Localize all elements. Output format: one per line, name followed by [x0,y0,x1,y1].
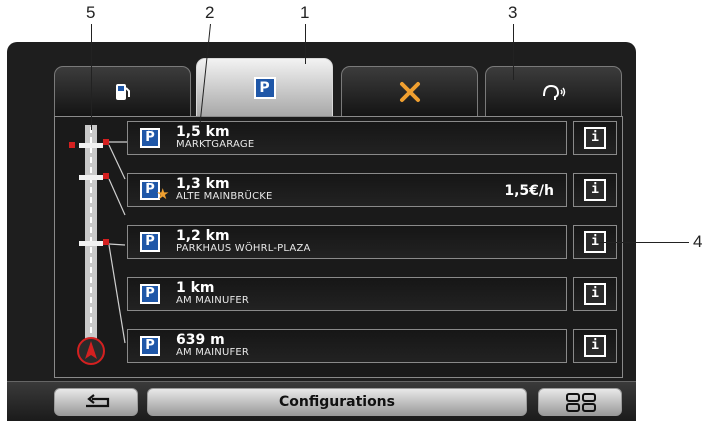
parking-list-item[interactable]: P 639 m AM MAINUFER [127,329,567,363]
parking-icon: P [140,284,160,304]
parking-list-panel: P̂ 1,5 km MARKTGARAGE i P̂ ★ 1,3 km ALTE… [54,116,623,378]
parking-name: PARKHAUS WÖHRL-PLAZA [176,243,311,254]
menu-grid-icon [566,393,596,412]
parking-price: 1,5€/h [504,183,554,199]
configurations-button[interactable]: Configurations [147,388,527,416]
callout-line-3 [513,24,514,80]
parking-list-item[interactable]: P 1 km AM MAINUFER [127,277,567,311]
callout-3: 3 [508,3,518,22]
parking-name: ALTE MAINBRÜCKE [176,191,273,202]
info-icon: i [584,127,606,149]
info-button[interactable]: i [573,173,617,207]
parking-covered-icon: P̂ [140,128,160,148]
parking-distance: 1,2 km [176,228,230,244]
bottom-bar-title: Configurations [279,394,395,410]
callout-5: 5 [86,3,96,22]
back-arrow-icon [86,394,110,408]
callout-line-5 [91,24,92,130]
callout-4: 4 [693,232,703,251]
menu-button[interactable] [538,388,622,416]
info-icon: i [584,283,606,305]
route-marker [103,173,109,179]
tab-poi[interactable] [341,66,478,116]
voice-speak-icon [542,84,565,100]
parking-name: AM MAINUFER [176,295,250,306]
parking-name: AM MAINUFER [176,347,250,358]
tab-voice[interactable] [485,66,622,116]
parking-distance: 1,5 km [176,124,230,140]
route-marker [103,239,109,245]
parking-icon: P [253,76,276,99]
callout-line-4 [597,242,689,243]
route-ribbon [69,125,127,365]
info-button[interactable]: i [573,329,617,363]
tab-fuel[interactable] [54,66,191,116]
info-button[interactable]: i [573,277,617,311]
info-icon: i [584,179,606,201]
parking-distance: 639 m [176,332,225,348]
parking-distance: 1 km [176,280,215,296]
parking-name: MARKTGARAGE [176,139,255,150]
parking-list-item[interactable]: P̂ 1,5 km MARKTGARAGE [127,121,567,155]
parking-distance: 1,3 km [176,176,230,192]
back-button[interactable] [54,388,138,416]
info-icon: i [584,335,606,357]
tab-parking[interactable]: P [196,58,333,116]
favorite-star-icon: ★ [156,185,170,203]
parking-icon: P [140,336,160,356]
callout-1: 1 [300,3,310,22]
fuel-station-icon [115,83,130,100]
parking-list-item[interactable]: P̂ 1,2 km PARKHAUS WÖHRL-PLAZA [127,225,567,259]
route-marker [69,142,75,148]
navigation-device-screen: P P̂ 1,5 km MARKTGARAGE i P̂ ★ 1,3 km AL… [7,42,636,421]
info-button[interactable]: i [573,121,617,155]
parking-covered-icon: P̂ [140,232,160,252]
route-marker [103,139,109,145]
poi-cross-icon [399,81,420,102]
callout-line-1 [305,24,306,64]
parking-list-item[interactable]: P̂ ★ 1,3 km ALTE MAINBRÜCKE 1,5€/h [127,173,567,207]
callout-2: 2 [205,3,215,22]
bottom-bar: Configurations [7,381,636,421]
